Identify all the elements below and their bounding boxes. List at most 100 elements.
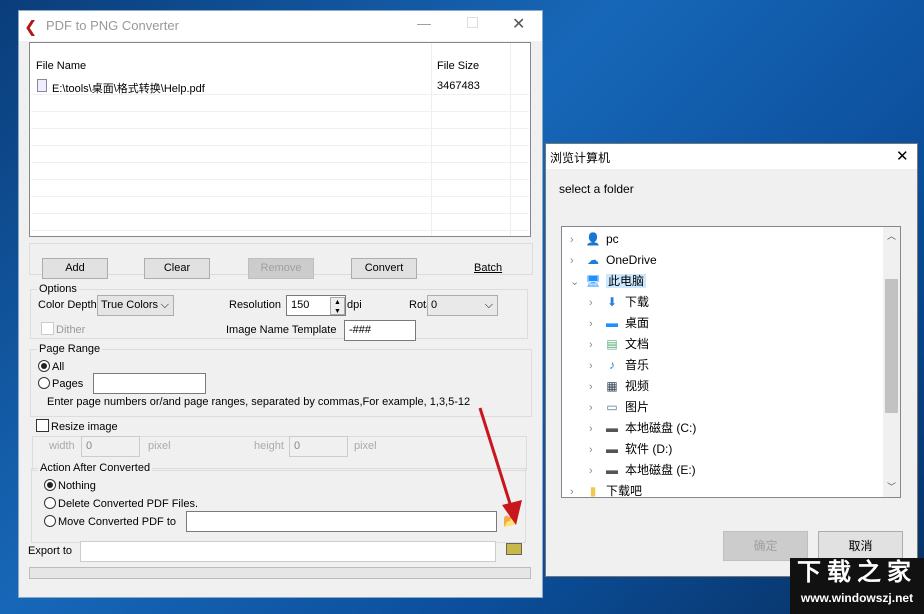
- table-row[interactable]: E:\tools\桌面\格式转换\Help.pdf 3467483: [31, 78, 529, 95]
- chevron-right-icon[interactable]: ›: [589, 377, 603, 398]
- tree-item[interactable]: › 👤 pc: [570, 229, 619, 250]
- chevron-right-icon[interactable]: ›: [589, 419, 603, 440]
- tree-item[interactable]: › ▬ 本地磁盘 (C:): [589, 418, 696, 439]
- column-header-file-size[interactable]: File Size: [437, 60, 479, 72]
- main-window: ❮ PDF to PNG Converter — ✕ File Name Fil…: [18, 10, 543, 598]
- export-folder-icon[interactable]: [506, 543, 522, 555]
- template-input[interactable]: -###: [344, 320, 416, 341]
- chevron-down-icon[interactable]: ⌄: [570, 272, 584, 293]
- tree-item[interactable]: › ⬇ 下载: [589, 292, 649, 313]
- column-header-file-name[interactable]: File Name: [36, 60, 86, 72]
- chevron-right-icon[interactable]: ›: [589, 440, 603, 461]
- dialog-title-bar: 浏览计算机 ✕: [546, 144, 917, 169]
- checkbox-icon: [36, 419, 49, 432]
- clear-button[interactable]: Clear: [144, 258, 210, 279]
- checkbox-icon: [41, 322, 54, 335]
- close-button[interactable]: ✕: [512, 14, 525, 34]
- page-range-legend: Page Range: [37, 343, 103, 355]
- tree-item-label: 文档: [625, 337, 650, 351]
- tree-item-label: 下载: [625, 295, 650, 309]
- chevron-right-icon[interactable]: ›: [589, 461, 603, 482]
- tree-item-label: 图片: [625, 400, 650, 414]
- dither-checkbox[interactable]: Dither: [41, 322, 85, 336]
- chevron-right-icon[interactable]: ›: [570, 482, 584, 497]
- tree-item[interactable]: › ▮ 下载吧: [570, 481, 642, 497]
- chevron-right-icon[interactable]: ›: [570, 251, 584, 272]
- tree-item[interactable]: › ▬ 软件 (D:): [589, 439, 672, 460]
- tree-item[interactable]: › ▭ 图片: [589, 397, 649, 418]
- tree-item[interactable]: › ☁ OneDrive: [570, 250, 657, 271]
- scroll-up-icon[interactable]: ︿: [887, 229, 896, 242]
- color-depth-select[interactable]: True Colors ⌵: [97, 295, 174, 316]
- chevron-right-icon[interactable]: ›: [570, 230, 584, 251]
- tree-item[interactable]: › ▤ 文档: [589, 334, 649, 355]
- red-arrow-annotation: [478, 407, 522, 525]
- nothing-radio[interactable]: Nothing: [44, 479, 96, 492]
- nothing-label: Nothing: [58, 480, 96, 492]
- all-radio[interactable]: All: [38, 360, 64, 373]
- scroll-down-icon[interactable]: ﹀: [887, 480, 896, 493]
- rotate-select[interactable]: 0 ⌵: [427, 295, 498, 316]
- move-radio[interactable]: Move Converted PDF to: [44, 515, 176, 528]
- color-depth-value: True Colors: [101, 299, 159, 311]
- file-list[interactable]: File Name File Size E:\tools\桌面\格式转换\Hel…: [29, 42, 531, 237]
- batch-button[interactable]: Batch: [474, 262, 502, 274]
- tree-item-label: 视频: [625, 379, 650, 393]
- video-icon: ▦: [606, 379, 618, 393]
- minimize-button[interactable]: —: [417, 15, 431, 31]
- pages-radio[interactable]: Pages: [38, 377, 83, 390]
- user-icon: 👤: [585, 232, 601, 246]
- watermark-url: www.windowszj.net: [800, 591, 914, 605]
- options-legend: Options: [37, 283, 79, 295]
- color-depth-label: Color Depth: [38, 299, 97, 311]
- drive-icon: ▬: [606, 463, 618, 477]
- add-button[interactable]: Add: [42, 258, 108, 279]
- export-path-input[interactable]: [80, 541, 496, 562]
- tree-item[interactable]: ⌄ 🖥 此电脑: [570, 271, 647, 293]
- dpi-label: dpi: [347, 299, 362, 311]
- chevron-right-icon[interactable]: ›: [589, 356, 603, 377]
- cancel-button[interactable]: 取消: [818, 531, 903, 561]
- ok-button[interactable]: 确定: [723, 531, 808, 561]
- radio-icon: [44, 515, 56, 527]
- tree-scrollbar[interactable]: ︿ ﹀: [883, 227, 900, 497]
- move-path-input[interactable]: [186, 511, 497, 532]
- remove-button[interactable]: Remove: [248, 258, 314, 279]
- folder-tree[interactable]: ︿ ﹀ › 👤 pc › ☁ OneDrive ⌄ 🖥 此电脑 › ⬇ 下载 › ▬ 桌面 › ▤ 文档 › ♪ 音乐 ›…: [561, 226, 901, 498]
- tree-item[interactable]: › ♪ 音乐: [589, 355, 649, 376]
- chevron-right-icon[interactable]: ›: [589, 398, 603, 419]
- pages-label: Pages: [52, 378, 84, 390]
- tree-item-label: 桌面: [625, 316, 650, 330]
- width-input[interactable]: 0: [81, 436, 140, 457]
- chevron-right-icon[interactable]: ›: [589, 293, 603, 314]
- tree-item[interactable]: › ▦ 视频: [589, 376, 649, 397]
- chevron-right-icon[interactable]: ›: [589, 314, 603, 335]
- radio-icon: [38, 360, 50, 372]
- pdf-file-icon: [37, 79, 47, 92]
- chevron-down-icon: ⌵: [484, 299, 493, 311]
- scrollbar-thumb[interactable]: [885, 279, 898, 413]
- tree-item-label: 此电脑: [606, 274, 647, 288]
- chevron-right-icon[interactable]: ›: [589, 335, 603, 356]
- tree-item-label: 本地磁盘 (C:): [625, 421, 697, 435]
- resolution-spinner[interactable]: ▲ ▼: [330, 297, 345, 315]
- convert-button[interactable]: Convert: [351, 258, 417, 279]
- pages-input[interactable]: [93, 373, 206, 394]
- desktop-icon: ▬: [606, 316, 618, 330]
- tree-item[interactable]: › ▬ 本地磁盘 (E:): [589, 460, 696, 481]
- dialog-close-button[interactable]: ✕: [896, 147, 909, 165]
- delete-label: Delete Converted PDF Files.: [58, 498, 198, 510]
- resize-image-checkbox[interactable]: Resize image: [36, 419, 121, 433]
- height-input[interactable]: 0: [289, 436, 348, 457]
- height-label: height: [254, 440, 284, 452]
- download-icon: ⬇: [606, 295, 618, 309]
- computer-icon: 🖥: [585, 274, 601, 288]
- height-unit: pixel: [354, 440, 377, 452]
- tree-item[interactable]: › ▬ 桌面: [589, 313, 649, 334]
- page-range-hint: Enter page numbers or/and page ranges, s…: [47, 396, 471, 408]
- maximize-button[interactable]: [467, 17, 478, 28]
- delete-radio[interactable]: Delete Converted PDF Files.: [44, 497, 198, 510]
- drive-icon: ▬: [606, 421, 618, 435]
- dialog-title: 浏览计算机: [550, 151, 611, 165]
- width-label: width: [49, 440, 75, 452]
